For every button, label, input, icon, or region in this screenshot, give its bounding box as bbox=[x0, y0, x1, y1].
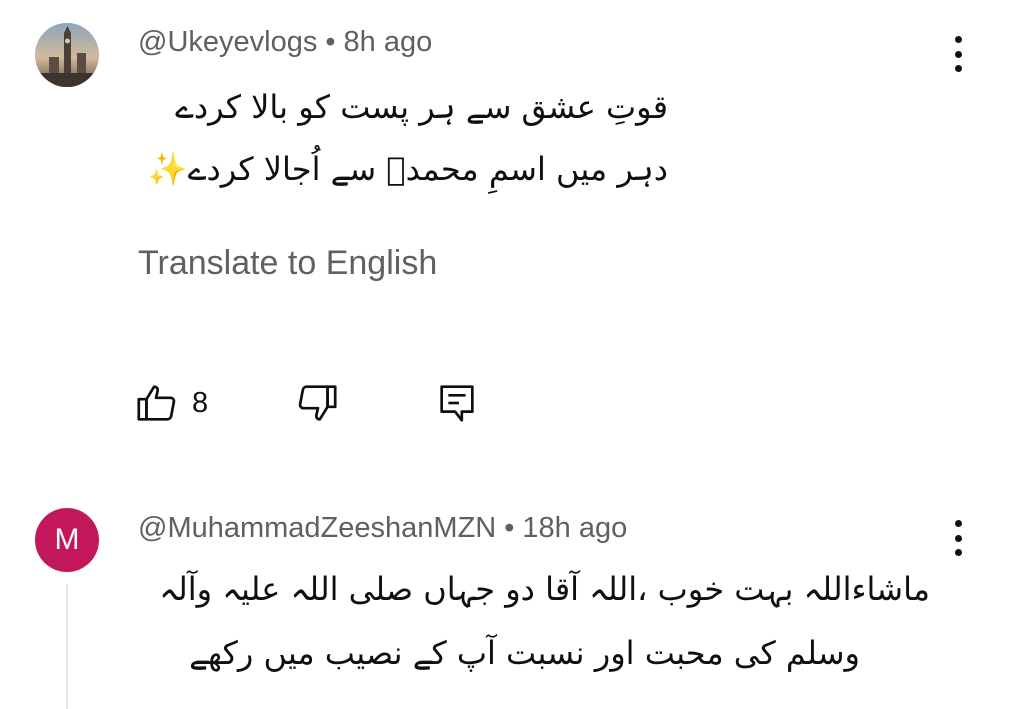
comment-time: 8h ago bbox=[343, 26, 433, 58]
translate-link[interactable]: Translate to English bbox=[138, 244, 437, 283]
comment-text-line: وسلم کی محبت اور نسبت آپ کے نصیب میں رکھ… bbox=[189, 634, 860, 672]
comment-header: @Ukeyevlogs • 8h ago bbox=[138, 26, 432, 59]
comment-time: 18h ago bbox=[522, 512, 628, 544]
kebab-dot bbox=[954, 36, 962, 43]
like-button[interactable]: 8 bbox=[134, 378, 208, 428]
like-count: 8 bbox=[192, 386, 209, 419]
comment-item: @Ukeyevlogs • 8h ago قوتِ عشق سے ہر پست کو… bbox=[0, 0, 1024, 470]
avatar[interactable]: M bbox=[35, 508, 99, 572]
thread-line bbox=[66, 584, 68, 709]
kebab-menu-icon[interactable] bbox=[948, 520, 968, 556]
author-name[interactable]: @Ukeyevlogs bbox=[138, 26, 317, 58]
kebab-dot bbox=[954, 534, 962, 542]
author-name[interactable]: @MuhammadZeeshanMZN bbox=[138, 512, 496, 544]
separator-dot: • bbox=[504, 512, 515, 544]
dislike-button[interactable] bbox=[294, 378, 340, 428]
kebab-dot bbox=[954, 549, 962, 556]
thumbs-up-icon bbox=[137, 385, 176, 421]
avatar[interactable] bbox=[35, 23, 99, 87]
reply-button[interactable] bbox=[434, 378, 480, 428]
comment-text-line: دہر میں اسمِ محمدؐ سے اُجالا کردے✨ bbox=[147, 150, 668, 188]
comment-text-line: ماشاءاللہ بہت خوب ،اللہ آقا دو جہاں صلی … bbox=[159, 570, 930, 608]
comment-actions: 8 bbox=[134, 378, 534, 428]
thumbs-down-icon bbox=[298, 385, 337, 421]
comment-item: M @MuhammadZeeshanMZN • 18h ago ماشاءاللہ … bbox=[0, 470, 1024, 709]
kebab-menu-icon[interactable] bbox=[948, 36, 968, 72]
kebab-dot bbox=[954, 50, 962, 58]
comment-header: @MuhammadZeeshanMZN • 18h ago bbox=[138, 512, 627, 545]
reply-icon bbox=[440, 385, 474, 422]
kebab-dot bbox=[954, 65, 962, 72]
kebab-dot bbox=[954, 520, 962, 527]
comment-text-line: قوتِ عشق سے ہر پست کو بالا کردے bbox=[175, 88, 668, 126]
avatar-photo-image bbox=[35, 23, 99, 87]
separator-dot: • bbox=[325, 26, 336, 58]
